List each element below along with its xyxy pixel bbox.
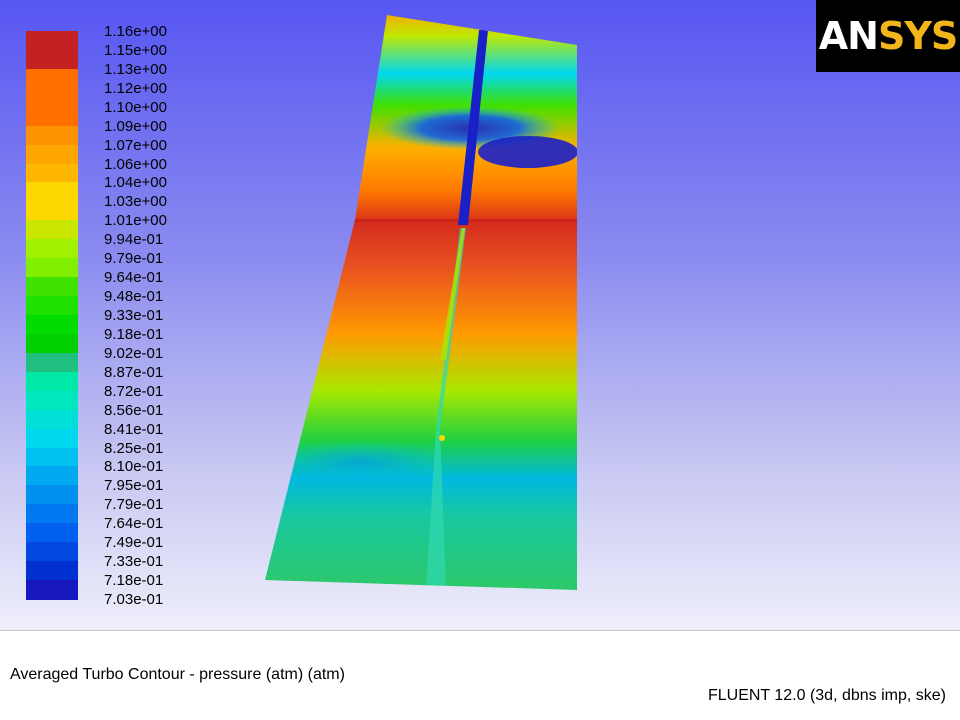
legend-band — [26, 447, 78, 468]
ansys-logo: AN SYS — [816, 0, 960, 72]
legend-band — [26, 428, 78, 449]
legend-tick-label: 7.64e-01 — [104, 515, 164, 533]
legend-tick-label: 1.09e+00 — [104, 117, 167, 135]
legend-tick-label: 7.79e-01 — [104, 496, 164, 514]
legend-tick-label: 9.79e-01 — [104, 250, 164, 268]
legend-band — [26, 504, 78, 524]
legend-band — [26, 87, 78, 108]
legend-band — [26, 277, 78, 297]
legend-tick-label: 8.10e-01 — [104, 458, 164, 476]
legend-tick-label: 9.02e-01 — [104, 344, 164, 362]
legend-tick-label: 1.10e+00 — [104, 98, 167, 116]
legend-band — [26, 106, 78, 127]
legend-band — [26, 296, 78, 316]
legend-tick-label: 1.07e+00 — [104, 136, 167, 154]
legend-tick-label: 9.48e-01 — [104, 288, 164, 306]
legend-band — [26, 31, 78, 51]
legend-tick-label: 7.95e-01 — [104, 477, 164, 495]
title-panel: Averaged Turbo Contour - pressure (atm) … — [0, 630, 960, 720]
legend-tick-label: 7.18e-01 — [104, 572, 164, 590]
legend-band — [26, 409, 78, 430]
legend-tick-label: 1.12e+00 — [104, 79, 167, 97]
legend-tick-label: 9.33e-01 — [104, 307, 164, 324]
solver-info: FLUENT 12.0 (3d, dbns imp, ske) — [707, 687, 946, 704]
legend-band — [26, 466, 78, 486]
legend-band — [26, 580, 78, 600]
hotspot-marker — [439, 435, 445, 441]
legend-band — [26, 371, 78, 392]
legend-band — [26, 68, 78, 89]
plot-title: Averaged Turbo Contour - pressure (atm) … — [10, 666, 345, 683]
legend-tick-label: 1.13e+00 — [104, 60, 167, 78]
legend-tick-label: 8.87e-01 — [104, 363, 164, 381]
legend-tick-label: 1.16e+00 — [104, 23, 167, 40]
legend-tick-label: 9.18e-01 — [104, 325, 164, 343]
legend-band — [26, 352, 78, 373]
flow-domain — [265, 15, 577, 590]
legend-band — [26, 542, 78, 562]
legend-tick-label: 7.49e-01 — [104, 534, 164, 552]
legend-tick-label: 7.33e-01 — [104, 553, 164, 571]
legend-band — [26, 125, 78, 146]
legend-tick-label: 8.25e-01 — [104, 439, 164, 457]
legend-tick-label: 1.15e+00 — [104, 41, 167, 59]
legend-tick-label: 1.06e+00 — [104, 155, 167, 173]
legend-tick-label: 1.04e+00 — [104, 174, 167, 192]
legend-band — [26, 49, 78, 70]
logo-text-an: AN — [818, 14, 879, 58]
legend-tick-label: 8.41e-01 — [104, 420, 164, 438]
legend-band — [26, 201, 78, 221]
legend-band — [26, 144, 78, 165]
legend-tick-label: 1.01e+00 — [104, 212, 167, 230]
legend-band — [26, 163, 78, 184]
legend-band — [26, 220, 78, 240]
legend-band — [26, 258, 78, 278]
legend-band — [26, 485, 78, 505]
legend-band — [26, 315, 78, 335]
legend-tick-label: 8.56e-01 — [104, 401, 164, 419]
graphics-viewport[interactable]: 1.16e+00 1.15e+00 1.13e+00 1.12e+00 1.10e+00… — [0, 0, 960, 630]
legend-tick-label: 9.94e-01 — [104, 231, 164, 249]
legend-band — [26, 390, 78, 411]
logo-text-sys: SYS — [877, 14, 958, 58]
legend-band — [26, 239, 78, 259]
legend-tick-label: 1.03e+00 — [104, 193, 167, 211]
legend-tick-label: 7.03e-01 — [104, 591, 164, 608]
legend-band — [26, 523, 78, 543]
legend-tick-label: 9.64e-01 — [104, 269, 164, 287]
legend-band — [26, 561, 78, 581]
legend-band — [26, 182, 78, 202]
legend-band — [26, 333, 78, 354]
legend-tick-label: 8.72e-01 — [104, 382, 164, 400]
